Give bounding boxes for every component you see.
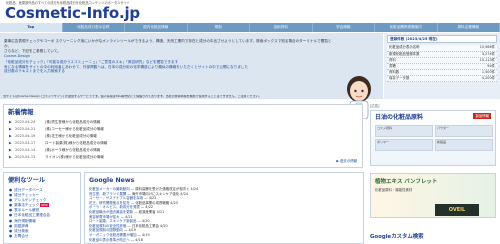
tools-title: 便利なツール	[8, 177, 46, 184]
news-panel: 新着情報 ▶ 2023-04-24 (株)資生堂様から化粧品成分の情報 ▶ 2023-…	[3, 104, 363, 168]
bullet-icon: ●	[9, 213, 13, 218]
bullet-icon: ●	[9, 198, 13, 203]
custom-search-title: Googleカスタム検索	[370, 234, 424, 240]
nav-domestic-info[interactable]: 国内化粧品情報	[125, 23, 188, 32]
new-badge: NEW	[40, 203, 49, 208]
intro-paragraph: 薬事広告表現チェックやコーポ スクリーニング用にいかがなオンラインツールができる…	[4, 39, 332, 48]
news-item[interactable]: ▶ 2023-04-14 (株)ポーラ様から化粧品成分の情報	[9, 147, 349, 154]
ad-thumbnail[interactable]: コスメ原料	[375, 125, 433, 137]
nav-top[interactable]: Top	[0, 23, 63, 32]
intro-text: 薬事広告表現チェックやコーポ スクリーニング用にいかがなオンラインツールができる…	[4, 39, 334, 74]
nav-conferences[interactable]: 学会情報	[313, 23, 375, 32]
nav-suppliers[interactable]: 原料企業情報	[438, 23, 500, 32]
ad-banner-nof[interactable]: 日油の化粧品原料 製品情報 コスメ原料 パウダー ポリマー 新製品	[370, 110, 496, 166]
bullet-icon: ●	[9, 193, 13, 198]
intro-list: 「化粧品成分をチェック」「可能な成分ラスコミューニュ」「ご意見のスキ」「美容研究…	[4, 60, 334, 74]
bullet-icon: ●	[9, 228, 13, 233]
bullet-icon: ●	[9, 188, 13, 192]
ad-thumbnail[interactable]: パウダー	[435, 125, 493, 137]
stats-box: 登録件数 (2023/4/25 現在) 化粧品成分表示名称 15,566件 新規化…	[384, 33, 500, 99]
ad-thumbnail[interactable]: ポリマー	[375, 139, 433, 151]
bullet-icon: ●	[9, 203, 13, 208]
google-news-item: 化粧品の表示基準が改正へ — 4/18	[89, 237, 143, 242]
nav-ingredient-names[interactable]: 化粧品成分表示名称	[63, 23, 125, 32]
ad-brand-logo: OVEIL	[435, 204, 479, 216]
ad-banner-title: 植物エキス バンフレット	[375, 179, 438, 185]
ad-banner-plant-extract[interactable]: 植物エキス バンフレット 化粧品原料・機能性素材 OVEIL	[370, 173, 496, 218]
news-more-link[interactable]: ▶ 過去の情報	[336, 159, 357, 163]
stat-row: 保存データ数 4,200件	[387, 75, 497, 83]
tools-panel: 便利なツール ● 成分データベース ● 成分チェッカー ● アレルゲンチェック ● 薬事…	[3, 172, 81, 244]
ad-banner-subtitle: 化粧品原料・機能性素材	[375, 188, 413, 192]
tools-list: ● 成分データベース ● 成分チェッカー ● アレルゲンチェック ● 薬事法チェック NE…	[9, 188, 50, 239]
nav-books[interactable]: 化粧品関係書籍案内	[375, 23, 438, 32]
site-notice: 当サイトはCosme-Design (コスメデザイン) が運営するサービスです。…	[3, 95, 262, 98]
site-logo[interactable]: Cosmetic-Info.jp	[5, 4, 140, 23]
intro-banner: 薬事広告表現チェックやコーポ スクリーニング用にいかがなオンラインツールができる…	[0, 33, 383, 119]
bullet-icon: ●	[9, 233, 13, 238]
google-news-title: Google News	[89, 177, 135, 184]
news-item[interactable]: ▶ 2023-04-21 (株)コーセー様から化粧品成分の情報	[9, 126, 349, 133]
google-news-list: 化粧品メーカーの最新動向 — 原料高騰を受けた価格改定が相次ぐ 4/24 資生堂…	[89, 187, 361, 242]
ad-banner-title: 日油の化粧品原料	[375, 114, 424, 121]
ad-label: [広告]	[370, 104, 380, 108]
ad-thumbnail[interactable]: 新製品	[435, 139, 493, 151]
nav-regulations[interactable]: 規制	[188, 23, 250, 32]
news-item[interactable]: ▶ 2023-04-24 (株)資生堂様から化粧品成分の情報	[9, 119, 349, 126]
news-item[interactable]: ▶ 2023-04-19 (株)花王様から化粧品成分の情報	[9, 133, 349, 140]
nav-technical[interactable]: 技術資料	[250, 23, 313, 32]
bullet-icon: ●	[9, 218, 13, 223]
news-title: 新着情報	[8, 108, 34, 116]
main-nav: Top 化粧品成分表示名称 国内化粧品情報 規制 技術資料 学会情報 化粧品関係…	[0, 23, 500, 32]
news-item[interactable]: ▶ 2023-04-17 ロート製薬(株)様から化粧品成分の情報	[9, 140, 349, 147]
cosme-design-link[interactable]: Cosme-Design	[4, 54, 334, 59]
bullet-icon: ●	[9, 223, 13, 228]
tool-link[interactable]: ● お問合せ	[9, 234, 50, 239]
ad-column: [広告] 日油の化粧品原料 製品情報 コスメ原料 パウダー ポリマー 新製品 植…	[367, 104, 500, 244]
page: 化粧品、医薬部外品のすべての成分を化粧品成分を化粧品コンテンツのポータルサイト …	[0, 0, 500, 244]
news-item[interactable]: ▶ 2023-04-13 ライオン(株)様から化粧品成分の情報	[9, 154, 349, 161]
ad-badge: 製品情報	[473, 113, 491, 120]
bullet-icon: ●	[9, 208, 13, 213]
stats-header: 登録件数 (2023/4/25 現在)	[387, 35, 497, 44]
ad-thumbnails: コスメ原料 パウダー ポリマー 新製品	[375, 125, 493, 151]
google-news-panel: Google News 化粧品メーカーの最新動向 — 原料高騰を受けた価格改定が…	[84, 172, 364, 244]
news-list: ▶ 2023-04-24 (株)資生堂様から化粧品成分の情報 ▶ 2023-04-21…	[9, 119, 349, 161]
intro-item[interactable]: 成分数のテキストまでを入力検索する	[4, 69, 334, 74]
